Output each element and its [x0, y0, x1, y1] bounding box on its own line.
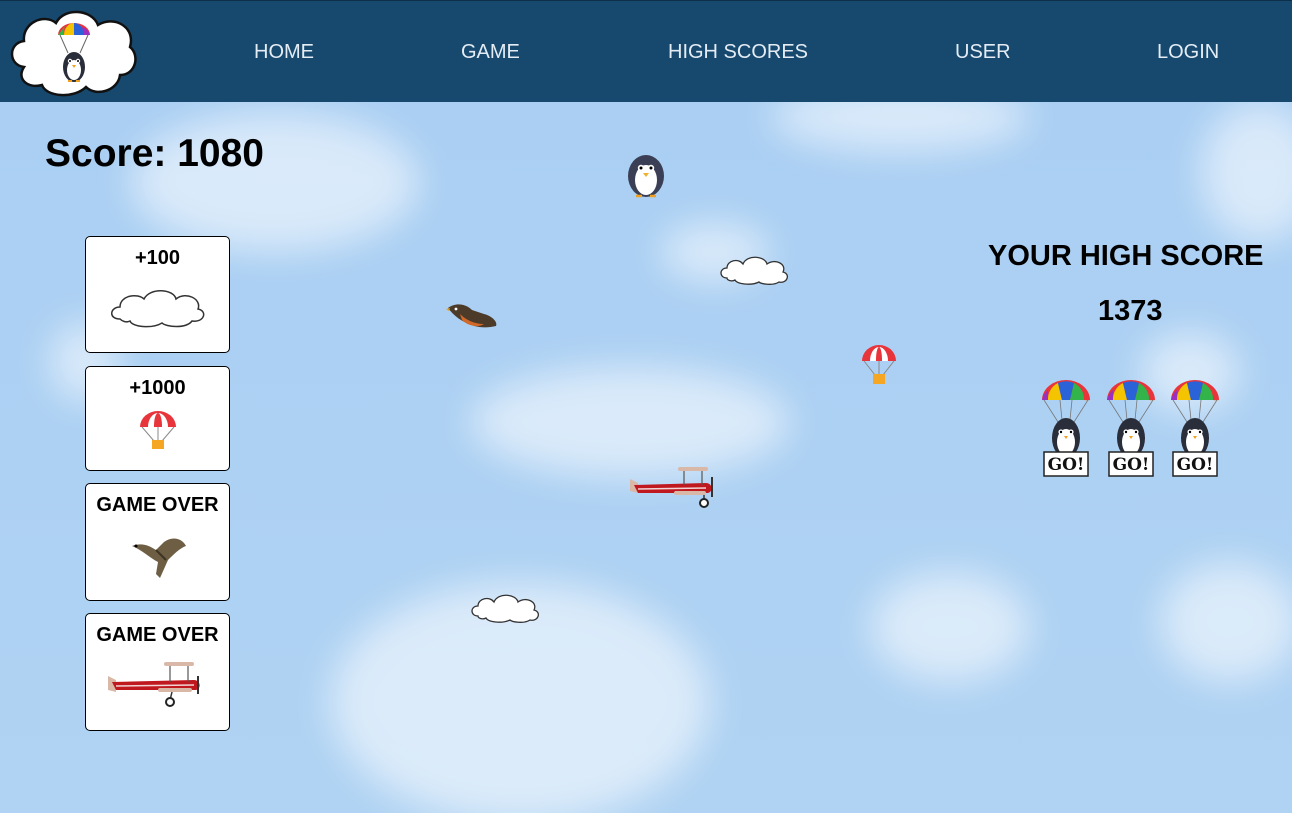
legend-text: GAME OVER	[96, 494, 219, 516]
parachute-crate-icon	[140, 411, 176, 449]
nav-user[interactable]: USER	[955, 41, 1011, 64]
legend-card-bird: GAME OVER	[85, 483, 230, 601]
score-label: Score:	[45, 132, 167, 175]
legend-text: GAME OVER	[96, 624, 219, 646]
high-score-value: 1373	[1098, 295, 1163, 327]
nav-game[interactable]: GAME	[461, 41, 520, 64]
legend-card-parachute: +1000	[85, 366, 230, 471]
background-cloud	[1160, 562, 1292, 682]
background-cloud	[870, 572, 1030, 682]
nav-home[interactable]: HOME	[254, 41, 314, 64]
background-cloud	[470, 367, 790, 477]
legend-text: +100	[134, 247, 181, 269]
legend-card-cloud: +100	[85, 236, 230, 353]
nav-high-scores[interactable]: HIGH SCORES	[668, 41, 808, 64]
player-penguin-icon	[628, 155, 664, 198]
biplane-icon	[108, 662, 200, 707]
bird-icon	[446, 304, 497, 328]
cloud-icon	[111, 290, 205, 328]
score-display: Score: 1080	[45, 132, 264, 176]
background-cloud	[1200, 102, 1292, 242]
life-penguin-parachute-icon: GO!	[1107, 380, 1155, 477]
go-sign-text: GO!	[1048, 455, 1085, 475]
parachute-crate-icon	[862, 345, 896, 384]
bird-icon	[132, 538, 186, 578]
top-nav: HOME GAME HIGH SCORES USER LOGIN	[0, 0, 1292, 102]
score-value: 1080	[177, 132, 264, 175]
nav-login[interactable]: LOGIN	[1157, 41, 1219, 64]
go-sign-text: GO!	[1113, 455, 1150, 475]
legend-card-biplane: GAME OVER	[85, 613, 230, 731]
high-score-title: YOUR HIGH SCORE	[988, 240, 1264, 272]
background-cloud	[770, 102, 1030, 152]
cloud-icon	[720, 256, 788, 285]
life-penguin-parachute-icon: GO!	[1042, 380, 1090, 477]
go-sign-text: GO!	[1177, 455, 1214, 475]
cloud-icon	[471, 594, 539, 623]
life-penguin-parachute-icon: GO!	[1171, 380, 1219, 477]
logo-penguin-cloud-icon[interactable]	[6, 7, 138, 97]
legend-text: +1000	[129, 377, 186, 399]
biplane-icon	[630, 467, 713, 508]
